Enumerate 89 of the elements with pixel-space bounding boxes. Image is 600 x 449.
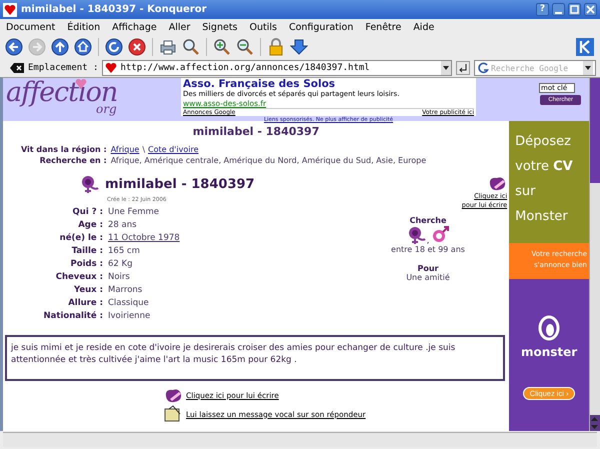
field-label: Cheveux :	[54, 272, 103, 282]
field-value: Afrique, Amérique centrale, Amérique du Nord, Amérique du Sud, Asie, Europe	[110, 156, 428, 165]
field-label: Age :	[77, 220, 103, 230]
field-label: né(e) le :	[58, 233, 103, 243]
url-field[interactable]: http://www.affection.org/annonces/1840397.html	[102, 60, 452, 76]
field-label: Recherche en :	[38, 156, 107, 165]
profile-name: mimilabel - 1840397	[105, 176, 255, 192]
field-value: Marrons	[108, 285, 144, 295]
heart-icon	[4, 4, 16, 16]
separator-text: \	[142, 145, 146, 154]
menu-item[interactable]: Aller	[168, 22, 190, 32]
search-field[interactable]: Recherche Google	[474, 60, 596, 76]
scrollbar[interactable]	[589, 78, 600, 431]
banner-headline: Déposez	[515, 133, 572, 151]
reload-icon	[105, 38, 123, 56]
clear-location-icon[interactable]	[10, 63, 24, 73]
field-label: Qui ? :	[72, 207, 103, 217]
field-label: Taille :	[70, 246, 103, 256]
banner-headline: Monster	[515, 208, 569, 226]
zoom-out-icon	[236, 38, 254, 56]
menu-item[interactable]: Configuration	[288, 22, 354, 32]
back-icon	[5, 38, 23, 56]
home-button[interactable]	[73, 37, 93, 57]
padlock-icon	[267, 38, 285, 56]
field-value: Classique	[108, 298, 150, 308]
site-logo[interactable]: affection	[6, 80, 118, 106]
printer-icon	[159, 38, 177, 56]
menu-item[interactable]: Document	[6, 22, 56, 32]
forward-icon	[28, 38, 46, 56]
site-logo-suffix: org	[96, 103, 117, 115]
purpose-value: Une amitié	[406, 273, 450, 282]
field-value: Ivoirienne	[108, 311, 152, 321]
minimize-button[interactable]	[552, 3, 565, 16]
description-box: je suis mimi et je reside en cote d'ivoire je desirerais croiser des amies pour echanger de culture .je suis attentionnée et très cultivée j'aime l'art la music 165m pour 62kg .	[5, 335, 506, 381]
location-label: Emplacement :	[28, 63, 98, 73]
zoom-in-button[interactable]	[212, 37, 232, 57]
down-arrow-icon	[290, 38, 308, 56]
field-label: Vit dans la région :	[21, 145, 107, 154]
female-symbol-icon	[79, 174, 99, 194]
region-link[interactable]: Cote d'ivoire	[148, 145, 198, 154]
menu-item[interactable]: Outils	[250, 22, 277, 32]
stop-icon	[128, 38, 146, 56]
separator-text: ,	[426, 236, 430, 245]
banner-brand: monster	[520, 345, 578, 359]
search-engine-icon	[477, 62, 489, 74]
magnifier-icon	[182, 38, 200, 56]
age-range: entre 18 et 99 ans	[391, 245, 465, 254]
close-button[interactable]	[584, 3, 597, 16]
kde-logo-icon[interactable]	[576, 38, 594, 56]
swirl-logo-icon	[538, 315, 560, 341]
birthdate-link[interactable]: 11 Octobre 1978	[108, 233, 333, 243]
answering-machine-icon[interactable]	[163, 405, 183, 423]
window-title: mimilabel - 1840397 - Konqueror	[21, 4, 208, 15]
field-label: Allure :	[67, 298, 103, 308]
field-label: Nationalité :	[42, 311, 103, 321]
male-symbol-icon	[430, 225, 450, 245]
purpose-heading: Pour	[418, 264, 438, 273]
field-value: Noirs	[108, 272, 131, 282]
zoom-out-button[interactable]	[235, 37, 255, 57]
page-title: mimilabel - 1840397	[192, 125, 320, 138]
ad-title-link[interactable]: Asso. Française des Solos	[183, 78, 474, 90]
field-value: 62 Kg	[108, 259, 134, 269]
menu-item[interactable]: Affichage	[112, 22, 157, 32]
maximize-button[interactable]	[568, 3, 581, 16]
enter-icon[interactable]	[456, 61, 470, 75]
field-label: Yeux :	[72, 285, 103, 295]
seeks-heading: Cherche	[410, 216, 446, 225]
banner-headline: votre CV	[515, 158, 574, 176]
up-icon	[51, 38, 69, 56]
up-button[interactable]	[50, 37, 70, 57]
menu-item[interactable]: Signets	[202, 22, 238, 32]
scrollbar-thumb[interactable]	[590, 78, 600, 183]
heart-icon	[105, 62, 118, 74]
menu-item[interactable]: Aide	[413, 22, 434, 32]
menu-item[interactable]: Fenêtre	[365, 22, 402, 32]
download-button[interactable]	[289, 37, 309, 57]
banner-headline: sur	[515, 183, 536, 201]
field-value: 165 cm	[108, 246, 141, 256]
field-value: Une Femme	[108, 207, 160, 217]
region-link[interactable]: Afrique	[110, 145, 140, 154]
field-value: 28 ans	[108, 220, 138, 230]
back-button[interactable]	[4, 37, 24, 57]
home-icon	[74, 38, 92, 56]
reload-button[interactable]	[104, 37, 124, 57]
magnify-button[interactable]	[181, 37, 201, 57]
stop-button[interactable]	[127, 37, 147, 57]
field-label: Poids :	[70, 259, 103, 269]
menu-item[interactable]: Édition	[67, 22, 100, 32]
zoom-in-icon	[213, 38, 231, 56]
